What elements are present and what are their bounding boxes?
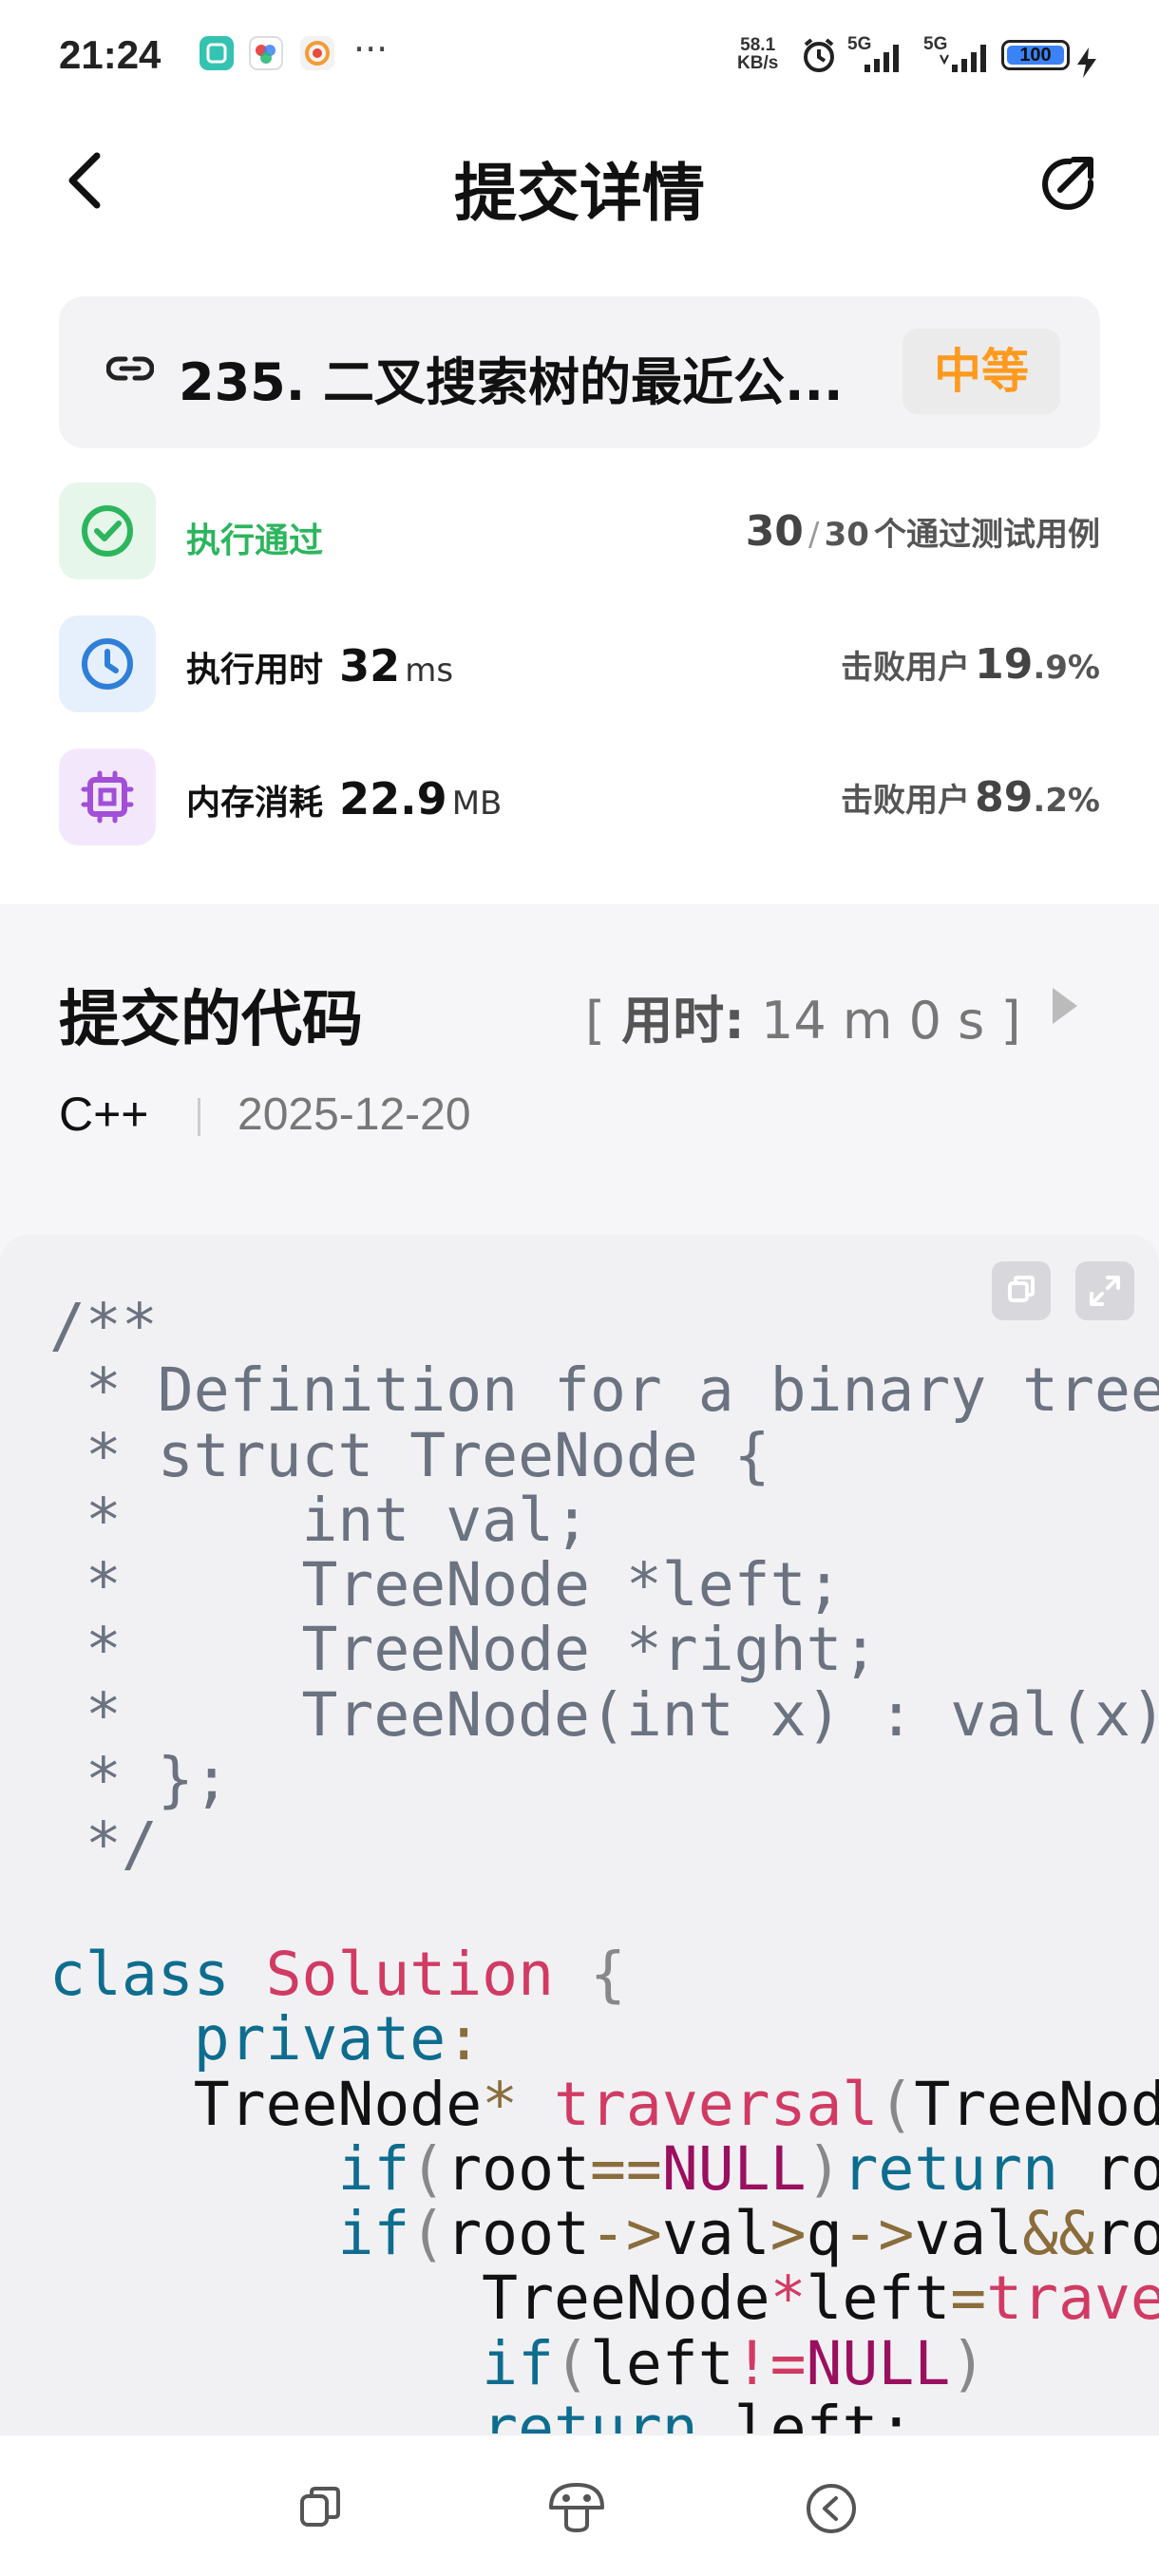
memory-label: 内存消耗	[186, 784, 324, 823]
result-icon-box	[59, 483, 156, 579]
clock-icon	[82, 638, 133, 690]
memory-stat: 内存消耗 22.9 MB	[186, 773, 502, 824]
runtime-beats-int: 19	[975, 640, 1034, 689]
mushroom-button[interactable]	[543, 2475, 610, 2542]
runtime-beats-dec: .9%	[1033, 649, 1100, 687]
runtime-unit: ms	[405, 652, 454, 690]
memory-beats-dec: .2%	[1033, 782, 1100, 820]
code-line: */	[49, 1809, 158, 1880]
runtime-stat: 执行用时 32 ms	[186, 640, 453, 691]
status-time: 21:24	[59, 32, 162, 77]
passed-count: 30	[745, 507, 804, 556]
runtime-beats-label: 击败用户	[841, 649, 971, 687]
memory-beats-int: 89	[975, 773, 1034, 822]
count-separator: /	[808, 516, 820, 554]
memory-icon-box	[59, 748, 156, 845]
code-line: /**	[49, 1294, 158, 1360]
memory-unit: MB	[451, 785, 503, 823]
app-notification-icon	[249, 36, 283, 70]
play-icon[interactable]	[1049, 984, 1081, 1032]
network-speed: 58.1 KB/s	[737, 35, 779, 73]
runtime-value: 32	[339, 640, 401, 691]
copy-tab-button[interactable]	[291, 2477, 352, 2538]
share-button[interactable]	[1036, 150, 1102, 217]
code-line: * Definition for a binary tree node.	[85, 1355, 1159, 1426]
elapsed-time: [ 用时: 14 m 0 s ]	[585, 991, 1021, 1051]
more-notifications-icon: ···	[353, 28, 389, 70]
copy-icon	[300, 2487, 340, 2527]
mushroom-icon	[549, 2483, 604, 2533]
runtime-icon-box	[59, 616, 156, 712]
app-notification-icon	[200, 36, 234, 70]
code-line: * };	[49, 1745, 230, 1815]
total-count: 30	[824, 516, 869, 554]
history-back-button[interactable]	[798, 2475, 864, 2542]
battery-icon: 100	[1001, 40, 1070, 70]
charging-icon	[1075, 47, 1098, 82]
memory-beats-label: 击败用户	[841, 782, 971, 820]
memory-value: 22.9	[339, 773, 447, 824]
test-cases-summary: 30 / 30 个通过测试用例	[746, 507, 1100, 556]
runtime-beats: 击败用户 19.9%	[841, 640, 1100, 689]
test-cases-label: 个通过测试用例	[874, 516, 1100, 554]
result-status: 执行通过	[186, 521, 324, 560]
chip-icon	[81, 770, 134, 824]
share-icon	[1042, 157, 1094, 210]
signal-1-icon	[863, 42, 906, 78]
code-line: * TreeNode(int x) : val(x), left(NULL), …	[85, 1679, 1159, 1750]
signal-2-icon	[939, 42, 990, 78]
back-circle-icon	[807, 2484, 856, 2533]
alarm-icon	[800, 36, 838, 78]
submission-date: 2025-12-20	[238, 1089, 471, 1140]
battery-level: 100	[1007, 46, 1064, 65]
check-circle-icon	[82, 505, 133, 557]
code-line: * TreeNode *left;	[49, 1550, 843, 1620]
meta-divider	[198, 1098, 200, 1136]
code-language: C++	[59, 1088, 149, 1141]
runtime-label: 执行用时	[186, 651, 324, 690]
difficulty-badge: 中等	[902, 329, 1060, 414]
code-line: * struct TreeNode {	[49, 1420, 770, 1490]
code-section-title: 提交的代码	[59, 985, 363, 1055]
link-icon	[105, 351, 155, 389]
memory-beats: 击败用户 89.2%	[841, 773, 1100, 822]
code-line: * int val;	[49, 1485, 590, 1555]
code-line: * TreeNode *right;	[49, 1615, 879, 1685]
page-title: 提交详情	[454, 157, 705, 230]
problem-title[interactable]: 235. 二叉搜索树的最近公...	[179, 340, 901, 415]
code-block: /** * Definition for a binary tree node.…	[49, 1294, 1159, 2434]
app-notification-icon	[300, 36, 334, 70]
